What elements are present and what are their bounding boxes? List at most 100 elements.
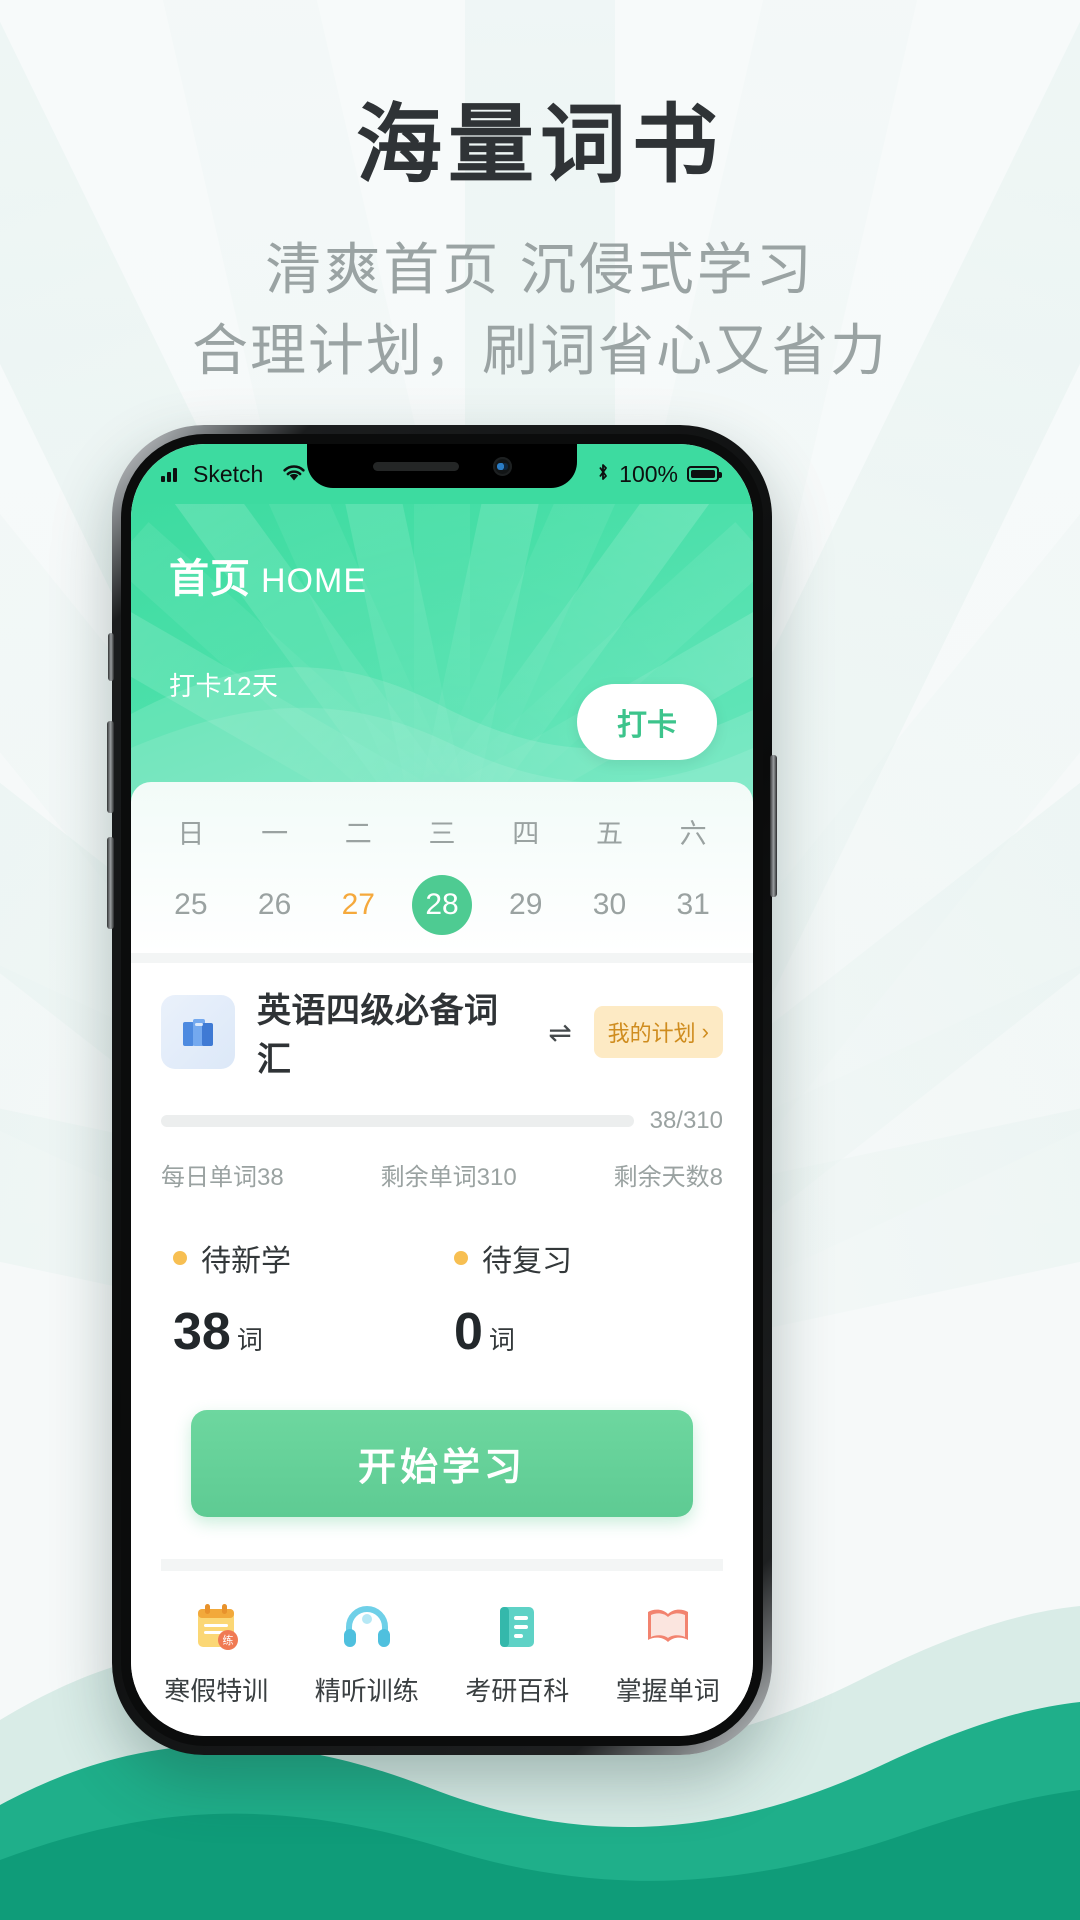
my-plan-label: 我的计划	[607, 1021, 696, 1046]
book-name[interactable]: 英语四级必备词汇	[257, 983, 516, 1081]
stat-new-words: 待新学 38 词	[161, 1236, 442, 1362]
stat-label-new: 待新学	[201, 1245, 291, 1278]
calendar-dow-label: 三	[428, 819, 456, 849]
calendar-dow-1: 一	[233, 806, 317, 875]
calendar-day-row: 25 26 27 28 29 30 31	[149, 875, 735, 935]
quick-entry-0[interactable]: 练寒假特训	[141, 1597, 292, 1708]
calendar-dow-4: 四	[484, 806, 568, 875]
calendar-day-label: 25	[149, 875, 233, 935]
calendar-dow-label: 一	[261, 819, 289, 849]
calendar-dow-label: 六	[679, 819, 707, 849]
phone-mockup: Sketch 100% 首页 HOME 打卡12天 打卡 日 一 二 三 四 五…	[107, 425, 777, 1755]
calendar-day-31[interactable]: 31	[651, 875, 735, 935]
carrier-label: Sketch	[193, 460, 264, 487]
promo-subtitle-line1: 清爽首页 沉侵式学习	[265, 237, 815, 301]
stat-num-new: 38	[173, 1303, 231, 1361]
calendar-dow-label: 四	[512, 819, 540, 849]
calendar-day-26[interactable]: 26	[233, 875, 317, 935]
app-title-en: HOME	[261, 562, 367, 600]
checkin-button[interactable]: 打卡	[577, 684, 717, 760]
quick-entry-2[interactable]: 考研百科	[442, 1597, 593, 1708]
swap-book-icon[interactable]: ⇌	[548, 1016, 571, 1049]
books-icon	[161, 995, 235, 1069]
quick-entry-label: 寒假特训	[164, 1676, 269, 1706]
progress-bar	[161, 1115, 634, 1127]
svg-text:练: 练	[223, 1633, 234, 1647]
headphones-icon	[333, 1597, 401, 1657]
calendar-day-30[interactable]: 30	[568, 875, 652, 935]
calendar-day-value: 26	[257, 888, 292, 921]
calendar-dow-2: 二	[316, 806, 400, 875]
stat-review-words: 待复习 0 词	[442, 1236, 723, 1362]
calendar-day-value: 31	[676, 888, 710, 921]
app-title-cn: 首页	[169, 557, 251, 601]
quick-entry-label: 考研百科	[465, 1676, 570, 1706]
calendar-dow-label: 日	[177, 819, 205, 849]
phone-power-button	[770, 755, 777, 897]
start-study-button[interactable]: 开始学习	[191, 1410, 693, 1517]
phone-mute-switch	[108, 633, 114, 681]
quick-entry-1[interactable]: 精听训练	[292, 1597, 443, 1708]
app-header: 首页 HOME 打卡12天 打卡	[131, 504, 753, 804]
calendar-day-label: 29	[484, 875, 568, 935]
calendar-dow-label: 五	[595, 819, 623, 849]
earpiece-speaker-icon	[372, 461, 459, 471]
calendar-day-27[interactable]: 27	[316, 875, 400, 935]
calendar-day-28[interactable]: 28	[400, 875, 484, 935]
quick-entry-label: 精听训练	[314, 1676, 419, 1706]
quick-entries: 练寒假特训 精听训练 考研百科 掌握单词	[131, 1571, 753, 1730]
phone-volume-down-button	[107, 837, 114, 929]
my-plan-chip[interactable]: 我的计划 ›	[593, 1006, 723, 1058]
plan-meta-row: 每日单词38 剩余单词310 剩余天数8	[161, 1157, 723, 1192]
calendar-day-value: 25	[174, 888, 208, 921]
signal-bars-icon	[161, 461, 183, 488]
calendar-day-value: 27	[341, 888, 375, 921]
bluetooth-icon	[596, 461, 610, 488]
front-camera-icon	[492, 456, 512, 476]
progress-label: 38/310	[649, 1107, 723, 1134]
bullet-dot-icon	[173, 1251, 187, 1265]
phone-bezel: Sketch 100% 首页 HOME 打卡12天 打卡 日 一 二 三 四 五…	[121, 434, 763, 1746]
stat-unit-review: 词	[488, 1325, 515, 1355]
week-calendar[interactable]: 日 一 二 三 四 五 六 25 26 27 28 29 30 31	[131, 782, 753, 953]
calendar-dow-0: 日	[149, 806, 233, 875]
study-plan-card: 英语四级必备词汇 ⇌ 我的计划 › 38/310 每日单词38 剩余单词310	[131, 963, 753, 1571]
calendar-day-label: 26	[233, 875, 317, 935]
calendar-day-label: 28	[400, 875, 484, 935]
phone-volume-up-button	[107, 721, 114, 813]
section-divider	[161, 1559, 723, 1571]
calendar-day-value: 29	[509, 888, 543, 921]
section-divider	[131, 953, 753, 963]
wifi-icon	[281, 461, 307, 488]
stat-num-review: 0	[454, 1303, 483, 1361]
calendar-dow-6: 六	[651, 806, 735, 875]
app-title: 首页 HOME	[131, 504, 753, 604]
quick-entry-label: 掌握单词	[615, 1676, 720, 1706]
meta-daily-words: 每日单词38	[161, 1164, 284, 1191]
calendar-dow-row: 日一二三四五六	[149, 806, 735, 875]
calendar-day-25[interactable]: 25	[149, 875, 233, 935]
progress-row: 38/310	[161, 1107, 723, 1135]
calendar-dow-3: 三	[400, 806, 484, 875]
calendar-dow-5: 五	[568, 806, 652, 875]
phone-notch	[307, 444, 577, 488]
calendar-day-label: 30	[568, 875, 652, 935]
book-list-icon	[483, 1597, 551, 1657]
calendar-day-value: 30	[592, 888, 627, 921]
open-book-icon	[634, 1597, 702, 1657]
promo-headline: 海量词书 清爽首页 沉侵式学习 合理计划，刷词省心又省力	[0, 96, 1080, 391]
calendar-dow-label: 二	[344, 819, 372, 849]
stat-label-review: 待复习	[482, 1245, 572, 1278]
meta-remaining-days: 剩余天数8	[613, 1164, 723, 1191]
battery-icon	[687, 466, 722, 482]
chevron-right-icon: ›	[701, 1019, 709, 1044]
bullet-dot-icon	[454, 1251, 468, 1265]
quick-entry-3[interactable]: 掌握单词	[593, 1597, 744, 1708]
meta-remaining-words: 剩余单词310	[380, 1164, 517, 1191]
calendar-train-icon: 练	[182, 1597, 250, 1657]
calendar-day-label: 31	[651, 875, 735, 935]
status-bar: Sketch 100%	[131, 444, 753, 504]
promo-title: 海量词书	[356, 97, 724, 193]
calendar-day-29[interactable]: 29	[484, 875, 568, 935]
phone-screen: Sketch 100% 首页 HOME 打卡12天 打卡 日 一 二 三 四 五…	[131, 444, 753, 1736]
